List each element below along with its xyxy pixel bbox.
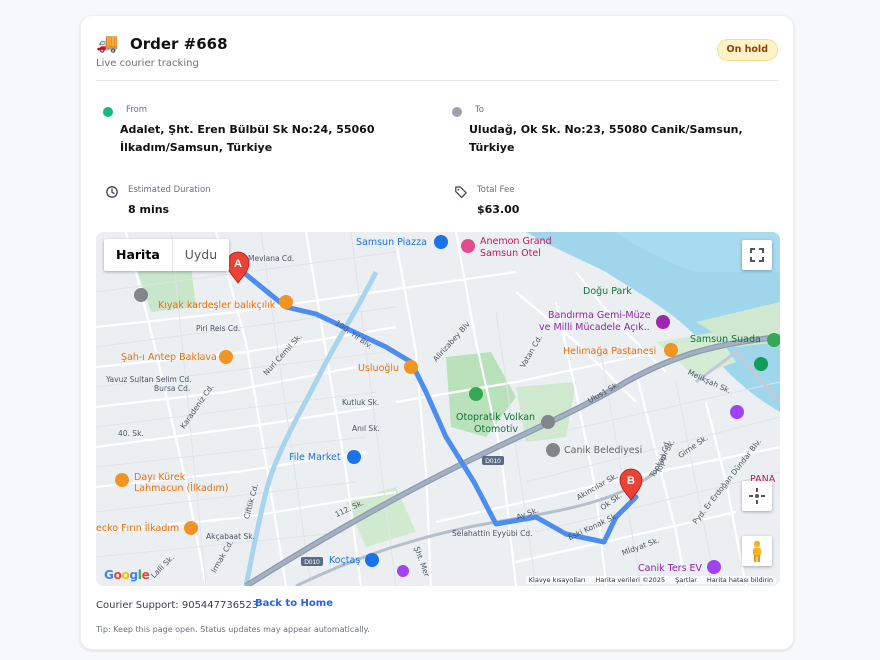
place-otomotiv: Otomotiv [474, 424, 519, 435]
place-milli-mucadele: ve Milli Mücadele Açık.. [539, 322, 650, 333]
credit-report[interactable]: Harita hatası bildirin [707, 576, 773, 584]
to-dot-icon [452, 107, 462, 117]
place-dayi-kurek: Dayı Kürek [134, 472, 186, 483]
duration-block: Estimated Duration 8 mins [105, 185, 305, 219]
to-block: To Uludağ, Ok Sk. No:23, 55080 Canik/Sam… [452, 105, 772, 154]
place-canik-ters-ev: Canik Ters EV [638, 563, 703, 574]
place-bandirma: Bandırma Gemi-Müze [548, 310, 651, 321]
street-mevlana: Mevlana Cd. [248, 254, 295, 263]
duration-value: 8 mins [128, 203, 170, 216]
status-badge: On hold [716, 39, 778, 61]
back-to-home-link[interactable]: Back to Home [255, 598, 333, 609]
crosshair-icon [749, 488, 765, 504]
place-anemon-grand: Anemon Grand [480, 236, 552, 247]
recenter-button[interactable] [742, 481, 772, 511]
to-address: Uludağ, Ok Sk. No:23, 55080 Canik/Samsun… [469, 123, 743, 154]
google-logo: Google [104, 568, 150, 582]
order-title: Order #668 [130, 35, 228, 53]
tag-icon [455, 186, 467, 198]
credit-keyboard[interactable]: Klavye kısayolları [529, 576, 586, 584]
map-credits: Klavye kısayolları Harita verileri ©2025… [525, 576, 776, 584]
place-helimaga: Helimağa Pastanesi [563, 346, 657, 357]
header-divider [96, 80, 778, 81]
place-canik-belediyesi: Canik Belediyesi [564, 445, 643, 456]
place-otopratik: Otopratik Volkan [456, 412, 536, 423]
d010-shield-2: D010 [304, 559, 320, 566]
street-anil: Anıl Sk. [352, 424, 380, 433]
place-sah-i-antep: Şah-ı Antep Baklava [121, 352, 217, 363]
street-selahattin: Selahattin Eyyübi Cd. [452, 529, 533, 538]
from-dot-icon [103, 107, 113, 117]
order-subtitle: Live courier tracking [96, 58, 199, 69]
place-dogu-park: Doğu Park [583, 286, 632, 297]
pegman-icon [753, 540, 761, 562]
credit-terms[interactable]: Şartlar [675, 576, 697, 584]
fee-value: $63.00 [477, 203, 520, 216]
d010-shield-1: D010 [485, 458, 501, 465]
clock-icon [106, 186, 118, 198]
map-type-tabs: Harita Uydu [104, 239, 230, 271]
fee-label: Total Fee [477, 185, 515, 195]
tip-text: Tip: Keep this page open. Status updates… [96, 625, 370, 634]
place-koctas: Koçtaş [329, 555, 361, 566]
fullscreen-button[interactable] [742, 240, 772, 270]
place-samsun-suada: Samsun Suada [690, 334, 761, 345]
place-samsun-otel: Samsun Otel [480, 248, 541, 259]
courier-support: Courier Support: 905447736523 [96, 600, 259, 611]
duration-label: Estimated Duration [128, 185, 211, 195]
street-40-sk: 40. Sk. [118, 429, 144, 438]
place-kiyak: Kıyak kardeşler balıkçılık [158, 300, 276, 311]
street-yavuz: Yavuz Sultan Selim Cd. [106, 375, 192, 384]
to-label: To [475, 105, 484, 115]
order-header: 🚚 Order #668 Live courier tracking On ho… [96, 34, 778, 82]
place-file-market: File Market [289, 452, 341, 463]
street-kutluk: Kutluk Sk. [342, 398, 380, 407]
fee-block: Total Fee $63.00 [454, 185, 654, 219]
marker-b-label: B [627, 475, 635, 487]
street-view-button[interactable] [742, 536, 772, 566]
from-label: From [126, 105, 148, 115]
order-card: 🚚 Order #668 Live courier tracking On ho… [80, 15, 794, 650]
tab-harita[interactable]: Harita [104, 239, 173, 271]
credit-map-data: Harita verileri ©2025 [595, 576, 666, 584]
place-samsun-piazza: Samsun Piazza [356, 237, 427, 248]
from-address: Adalet, Şht. Eren Bülbül Sk No:24, 55060… [120, 123, 375, 154]
place-usluoglu: Usluoğlu [358, 363, 400, 374]
place-ecko-firin: ecko Fırın İlkadım [96, 523, 180, 534]
fullscreen-icon [750, 248, 764, 262]
street-piri-reis: Piri Reis Cd. [196, 324, 241, 333]
place-lahmacun: Lahmacun (İlkadım) [134, 483, 229, 494]
marker-a-label: A [234, 258, 242, 270]
route-map[interactable]: A B D010 D010 Samsun Piazza Anemon Grand… [96, 232, 780, 586]
from-block: From Adalet, Şht. Eren Bülbül Sk No:24, … [103, 105, 433, 155]
street-bursa: Bursa Cd. [154, 384, 191, 393]
tab-uydu[interactable]: Uydu [173, 239, 229, 271]
truck-icon: 🚚 [96, 33, 119, 54]
